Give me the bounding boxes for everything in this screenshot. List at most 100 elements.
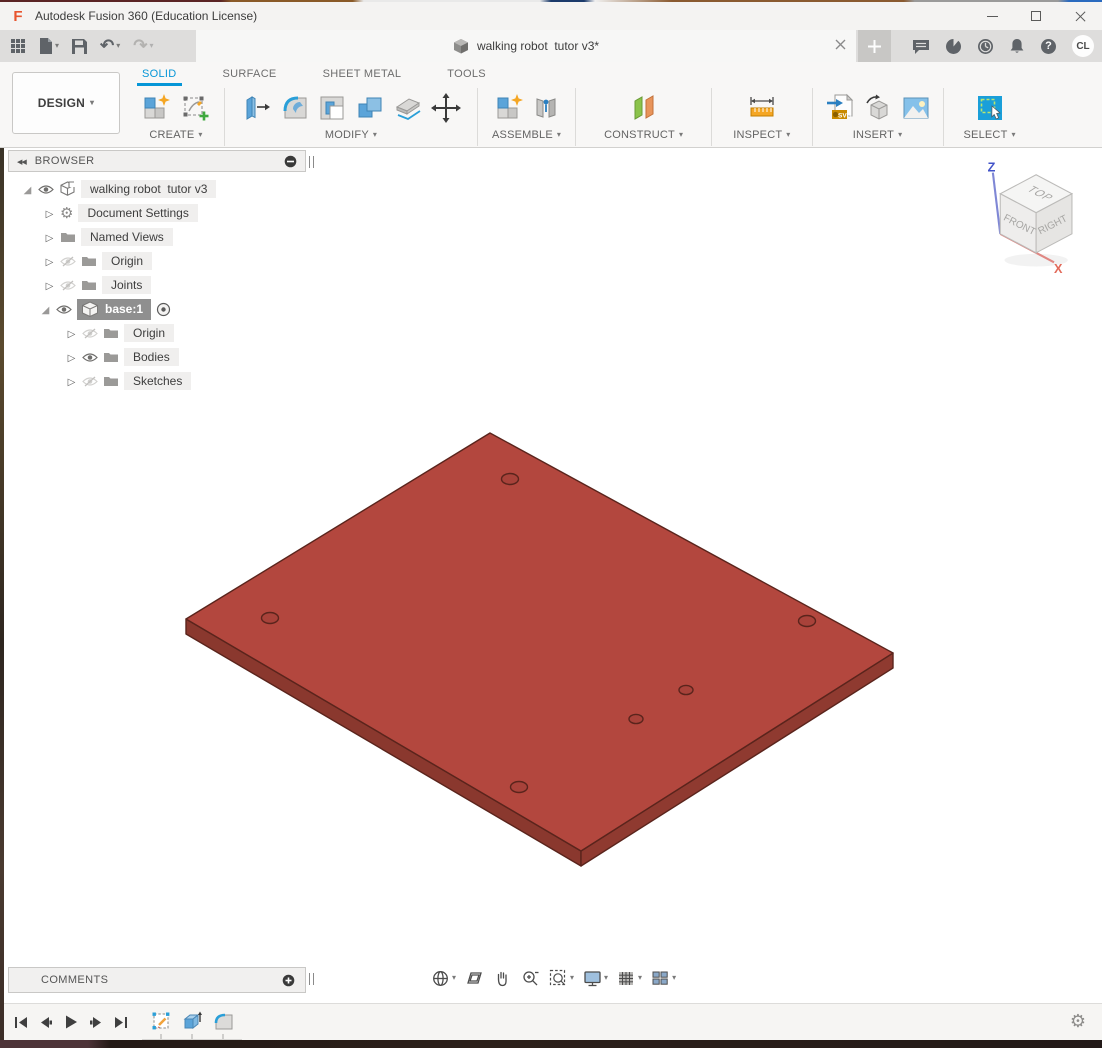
insert-svg-icon[interactable]: SVG bbox=[825, 93, 855, 123]
select-icon[interactable] bbox=[975, 93, 1005, 123]
expand-toggle-icon[interactable] bbox=[66, 348, 77, 366]
minimize-panel-icon[interactable] bbox=[284, 155, 297, 168]
look-at-button[interactable] bbox=[462, 969, 487, 988]
timeline-sketch-feature[interactable] bbox=[150, 1010, 172, 1040]
selected-component-chip[interactable]: base:1 bbox=[77, 298, 152, 320]
fillet-icon[interactable] bbox=[279, 93, 309, 123]
panel-dock-handle[interactable] bbox=[309, 156, 314, 168]
comments-bar[interactable]: COMMENTS bbox=[8, 967, 314, 993]
browser-item-root-component[interactable]: walking robot tutor v3 bbox=[8, 177, 306, 201]
viewport-canvas[interactable]: TOP FRONT RIGHT Z X BROWSER bbox=[0, 148, 1102, 1003]
assemble-new-component-icon[interactable] bbox=[495, 93, 525, 123]
browser-header[interactable]: BROWSER bbox=[8, 150, 314, 172]
viewcube[interactable]: TOP FRONT RIGHT Z X bbox=[976, 160, 1092, 276]
browser-item-base-component[interactable]: base:1 bbox=[8, 297, 306, 321]
viewports-button[interactable] bbox=[648, 969, 679, 988]
expand-toggle-icon[interactable] bbox=[66, 372, 77, 390]
fit-button[interactable] bbox=[546, 969, 577, 988]
expand-toggle-icon[interactable] bbox=[44, 252, 55, 270]
group-label-modify[interactable]: MODIFY bbox=[325, 129, 377, 141]
browser-item-joints[interactable]: Joints bbox=[8, 273, 306, 297]
undo-button[interactable] bbox=[100, 37, 120, 56]
timeline-extrude-feature[interactable] bbox=[181, 1010, 203, 1040]
browser-item-origin[interactable]: Origin bbox=[8, 249, 306, 273]
browser-item-sketches[interactable]: Sketches bbox=[8, 369, 306, 393]
minimize-button[interactable] bbox=[970, 2, 1014, 30]
expand-toggle-icon[interactable] bbox=[40, 300, 51, 318]
extensions-icon[interactable] bbox=[945, 38, 962, 55]
notifications-bell-icon[interactable] bbox=[1009, 38, 1025, 55]
group-label-create[interactable]: CREATE bbox=[149, 129, 202, 141]
maximize-button[interactable] bbox=[1014, 2, 1058, 30]
timeline-settings-gear-icon[interactable] bbox=[1070, 1012, 1102, 1032]
tab-solid[interactable]: SOLID bbox=[137, 62, 181, 86]
activate-component-radio[interactable] bbox=[156, 302, 171, 317]
create-sketch-icon[interactable] bbox=[180, 93, 210, 123]
insert-mesh-icon[interactable] bbox=[863, 93, 893, 123]
close-button[interactable] bbox=[1058, 2, 1102, 30]
expand-toggle-icon[interactable] bbox=[22, 180, 33, 198]
construct-plane-icon[interactable] bbox=[629, 93, 659, 123]
file-menu-button[interactable] bbox=[39, 38, 59, 54]
tab-sheet-metal[interactable]: SHEET METAL bbox=[323, 62, 402, 86]
browser-panel: BROWSER bbox=[8, 150, 314, 393]
browser-item-document-settings[interactable]: ⚙ Document Settings bbox=[8, 201, 306, 225]
grid-settings-button[interactable] bbox=[614, 969, 645, 988]
browser-item-bodies[interactable]: Bodies bbox=[8, 345, 306, 369]
go-to-start-button[interactable] bbox=[14, 1016, 28, 1029]
press-pull-icon[interactable] bbox=[241, 93, 271, 123]
user-avatar[interactable]: CL bbox=[1072, 35, 1094, 57]
collaborate-comment-icon[interactable] bbox=[912, 38, 930, 55]
expand-toggle-icon[interactable] bbox=[66, 324, 77, 342]
visibility-eye-off-icon[interactable] bbox=[60, 256, 76, 267]
application-bar: walking robot tutor v3* ? bbox=[0, 30, 1102, 62]
browser-item-base-origin[interactable]: Origin bbox=[8, 321, 306, 345]
move-icon[interactable] bbox=[431, 93, 461, 123]
orbit-button[interactable] bbox=[428, 969, 459, 988]
visibility-eye-icon[interactable] bbox=[82, 352, 98, 363]
expand-toggle-icon[interactable] bbox=[44, 228, 55, 246]
save-button[interactable] bbox=[72, 38, 88, 54]
joint-icon[interactable] bbox=[533, 93, 559, 123]
offset-face-icon[interactable] bbox=[393, 93, 423, 123]
new-tab-button[interactable] bbox=[858, 30, 891, 62]
tab-close-icon[interactable] bbox=[835, 39, 846, 50]
pan-button[interactable] bbox=[490, 969, 515, 988]
visibility-eye-off-icon[interactable] bbox=[82, 376, 98, 387]
step-back-button[interactable] bbox=[39, 1016, 53, 1029]
group-label-inspect[interactable]: INSPECT bbox=[733, 129, 790, 141]
shell-icon[interactable] bbox=[317, 93, 347, 123]
expand-toggle-icon[interactable] bbox=[44, 204, 55, 222]
expand-toggle-icon[interactable] bbox=[44, 276, 55, 294]
tab-tools[interactable]: TOOLS bbox=[447, 62, 486, 86]
app-grid-icon[interactable] bbox=[10, 38, 26, 54]
group-label-assemble[interactable]: ASSEMBLE bbox=[492, 129, 561, 141]
display-settings-button[interactable] bbox=[580, 969, 611, 988]
workspace-selector[interactable]: DESIGN bbox=[12, 72, 120, 134]
combine-icon[interactable] bbox=[355, 93, 385, 123]
timeline-fillet-feature[interactable] bbox=[212, 1010, 234, 1040]
redo-button[interactable] bbox=[133, 37, 153, 56]
collapse-panel-icon[interactable] bbox=[17, 155, 35, 167]
insert-canvas-icon[interactable] bbox=[901, 93, 931, 123]
play-button[interactable] bbox=[64, 1015, 78, 1029]
step-forward-button[interactable] bbox=[89, 1016, 103, 1029]
visibility-eye-off-icon[interactable] bbox=[60, 280, 76, 291]
tab-surface[interactable]: SURFACE bbox=[223, 62, 277, 86]
help-icon[interactable]: ? bbox=[1040, 38, 1057, 55]
measure-icon[interactable] bbox=[747, 93, 777, 123]
job-status-clock-icon[interactable] bbox=[977, 38, 994, 55]
go-to-end-button[interactable] bbox=[114, 1016, 128, 1029]
group-label-select[interactable]: SELECT bbox=[964, 129, 1016, 141]
browser-item-named-views[interactable]: Named Views bbox=[8, 225, 306, 249]
zoom-button[interactable] bbox=[518, 969, 543, 988]
group-label-construct[interactable]: CONSTRUCT bbox=[604, 129, 683, 141]
panel-dock-handle[interactable] bbox=[309, 973, 314, 985]
new-component-icon[interactable] bbox=[142, 93, 172, 123]
document-tab[interactable]: walking robot tutor v3* bbox=[196, 30, 856, 62]
visibility-eye-icon[interactable] bbox=[56, 304, 72, 315]
group-label-insert[interactable]: INSERT bbox=[853, 129, 903, 141]
add-comment-icon[interactable] bbox=[282, 974, 295, 987]
visibility-eye-off-icon[interactable] bbox=[82, 328, 98, 339]
visibility-eye-icon[interactable] bbox=[38, 184, 54, 195]
